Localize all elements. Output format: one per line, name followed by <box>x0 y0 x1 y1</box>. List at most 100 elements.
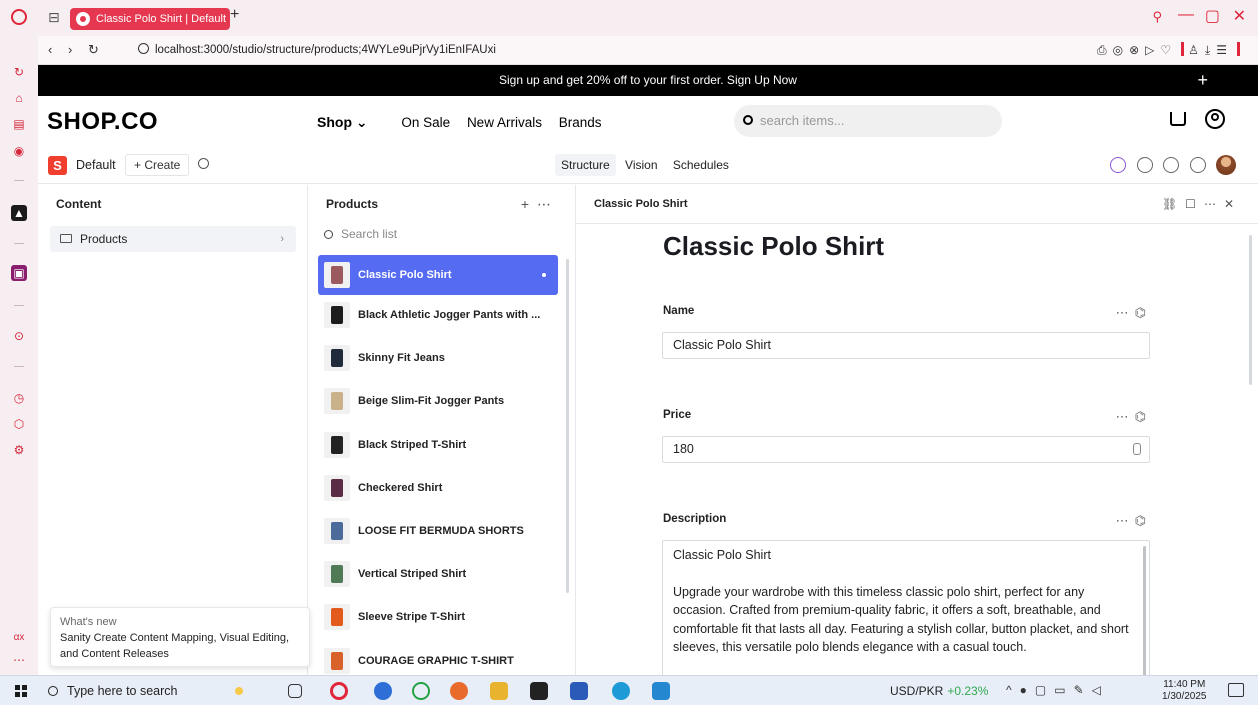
forward-icon[interactable]: › <box>68 42 72 57</box>
pen-icon[interactable]: ✎ <box>1074 683 1092 697</box>
textarea-scrollbar[interactable] <box>1143 546 1146 680</box>
help-icon[interactable] <box>1136 157 1153 173</box>
field-menu-icon[interactable]: ⋯ <box>1116 409 1135 424</box>
taskbar-search-input[interactable]: Type here to search <box>48 684 177 698</box>
notifications-icon[interactable] <box>1228 683 1244 697</box>
refresh-icon[interactable]: ↻ <box>11 64 27 80</box>
tab-vision[interactable]: Vision <box>619 154 663 176</box>
nav-shop[interactable]: Shop ⌄ <box>317 114 368 130</box>
workspace-name[interactable]: Default <box>76 158 116 172</box>
description-field[interactable]: Classic Polo Shirt Upgrade your wardrobe… <box>662 540 1150 680</box>
list-item[interactable]: Classic Polo Shirt <box>318 255 558 295</box>
price-field[interactable]: 180 <box>662 436 1150 463</box>
send-icon[interactable]: ▷ <box>1145 43 1160 57</box>
document-menu-icon[interactable]: ⋯ <box>1204 197 1224 211</box>
back-icon[interactable]: ‹ <box>48 42 52 57</box>
ai-icon[interactable]: ▲ <box>11 205 27 221</box>
brand-logo[interactable]: SHOP.CO <box>47 108 158 136</box>
shop-icon[interactable]: ⌂ <box>11 90 27 106</box>
settings-icon[interactable]: ⚙ <box>11 442 27 458</box>
sanity-logo-icon[interactable]: S <box>48 156 67 175</box>
presence-icon[interactable] <box>1163 157 1180 173</box>
minimize-icon[interactable]: — <box>1178 6 1194 24</box>
chrome-canary-icon[interactable] <box>374 682 392 700</box>
file-explorer-icon[interactable] <box>490 682 508 700</box>
windows-start-icon[interactable] <box>15 685 27 697</box>
tab-schedules[interactable]: Schedules <box>667 154 735 176</box>
network-icon[interactable]: ▭ <box>1054 683 1073 697</box>
cart-icon[interactable] <box>1170 112 1186 126</box>
nav-new-arrivals[interactable]: New Arrivals <box>467 115 542 130</box>
list-item[interactable]: Black Athletic Jogger Pants with ... <box>318 295 558 338</box>
field-menu-icon[interactable]: ⋯ <box>1116 513 1135 528</box>
close-pane-icon[interactable]: ✕ <box>1224 197 1242 211</box>
list-item[interactable]: Beige Slim-Fit Jogger Pants <box>318 381 558 424</box>
list-item[interactable]: LOOSE FIT BERMUDA SHORTS <box>318 511 558 554</box>
avatar[interactable] <box>1216 155 1236 175</box>
chrome-icon[interactable] <box>450 682 468 700</box>
twitch-icon[interactable]: ▣ <box>11 265 27 281</box>
wallet-icon[interactable]: ▤ <box>11 116 27 132</box>
field-menu-icon[interactable]: ⋯ <box>1116 305 1135 320</box>
pane-menu-icon[interactable]: ⋯ <box>537 196 559 212</box>
chevron-up-icon[interactable]: ^ <box>1006 683 1020 697</box>
snapshot-icon[interactable]: ⎙ <box>1097 43 1113 57</box>
whats-new-popup[interactable]: What's new Sanity Create Content Mapping… <box>50 607 310 667</box>
easy-setup-icon[interactable]: ☰ <box>1216 43 1233 57</box>
shop-search-input[interactable]: search items... <box>734 105 1002 137</box>
nav-on-sale[interactable]: On Sale <box>401 115 450 130</box>
list-item[interactable]: Sleeve Stripe T-Shirt <box>318 597 558 640</box>
tab-classic-polo-shirt[interactable]: Classic Polo Shirt | Default <box>70 8 230 30</box>
field-history-icon[interactable]: ⌬ <box>1135 305 1152 320</box>
promo-text[interactable]: Sign up and get 20% off to your first or… <box>499 73 797 87</box>
close-window-icon[interactable]: ✕ <box>1233 6 1246 26</box>
tasks-icon[interactable] <box>1189 157 1206 173</box>
vscode-icon[interactable] <box>652 682 670 700</box>
create-button[interactable]: + Create <box>125 154 190 176</box>
nav-brands[interactable]: Brands <box>559 115 602 130</box>
opera-taskbar-icon[interactable] <box>330 682 348 700</box>
site-info-icon[interactable] <box>138 43 149 54</box>
camera-icon[interactable]: ◎ <box>1113 43 1129 57</box>
extensions-icon[interactable]: ⬡ <box>11 416 27 432</box>
opera-logo-icon[interactable] <box>11 9 27 25</box>
clipboard-icon[interactable]: ▢ <box>1035 683 1054 697</box>
search-tabs-icon[interactable]: ⚲ <box>1152 9 1162 25</box>
download-icon[interactable]: ⤓ <box>1205 43 1216 57</box>
tray-app-icon[interactable]: ● <box>1020 683 1035 697</box>
list-item[interactable]: Checkered Shirt <box>318 468 558 511</box>
list-scrollbar[interactable] <box>566 259 569 593</box>
releases-icon[interactable] <box>1110 157 1127 173</box>
new-tab-icon[interactable]: + <box>230 6 239 24</box>
link-icon[interactable]: ⛓ <box>1162 197 1185 211</box>
list-item[interactable]: Black Striped T-Shirt <box>318 425 558 468</box>
name-field[interactable]: Classic Polo Shirt <box>662 332 1150 359</box>
task-view-icon[interactable] <box>288 684 302 698</box>
vpn-icon[interactable]: ⊗ <box>1129 43 1145 57</box>
account-icon[interactable] <box>1205 109 1225 129</box>
plus-icon[interactable]: + <box>1197 65 1208 96</box>
player-icon[interactable]: ⊙ <box>11 328 27 344</box>
list-item[interactable]: Skinny Fit Jeans <box>318 338 558 381</box>
whatsapp-icon[interactable] <box>412 682 430 700</box>
volume-icon[interactable]: ◁ <box>1092 683 1109 697</box>
list-search-input[interactable]: Search list <box>324 227 397 241</box>
messenger-icon[interactable]: ◉ <box>11 143 27 159</box>
field-history-icon[interactable]: ⌬ <box>1135 409 1152 424</box>
edge-icon[interactable] <box>612 682 630 700</box>
add-document-icon[interactable]: + <box>521 196 537 212</box>
tab-islands-icon[interactable]: ⊟ <box>48 9 60 26</box>
profile-icon[interactable]: ♙ <box>1188 43 1205 57</box>
maximize-icon[interactable]: ▢ <box>1205 6 1220 26</box>
aria-icon[interactable]: αx <box>11 630 27 646</box>
field-history-icon[interactable]: ⌬ <box>1135 513 1152 528</box>
tab-structure[interactable]: Structure <box>555 154 616 176</box>
url-field[interactable]: localhost:3000/studio/structure/products… <box>138 43 496 56</box>
reload-icon[interactable]: ↻ <box>88 42 99 58</box>
history-icon[interactable]: ◷ <box>11 390 27 406</box>
copilot-sparkle-icon[interactable] <box>230 682 248 700</box>
content-item-products[interactable]: Products › <box>50 226 296 252</box>
taskbar-clock[interactable]: 11:40 PM 1/30/2025 <box>1162 679 1207 703</box>
number-stepper-icon[interactable] <box>1133 443 1141 455</box>
heart-icon[interactable]: ♡ <box>1160 43 1177 57</box>
